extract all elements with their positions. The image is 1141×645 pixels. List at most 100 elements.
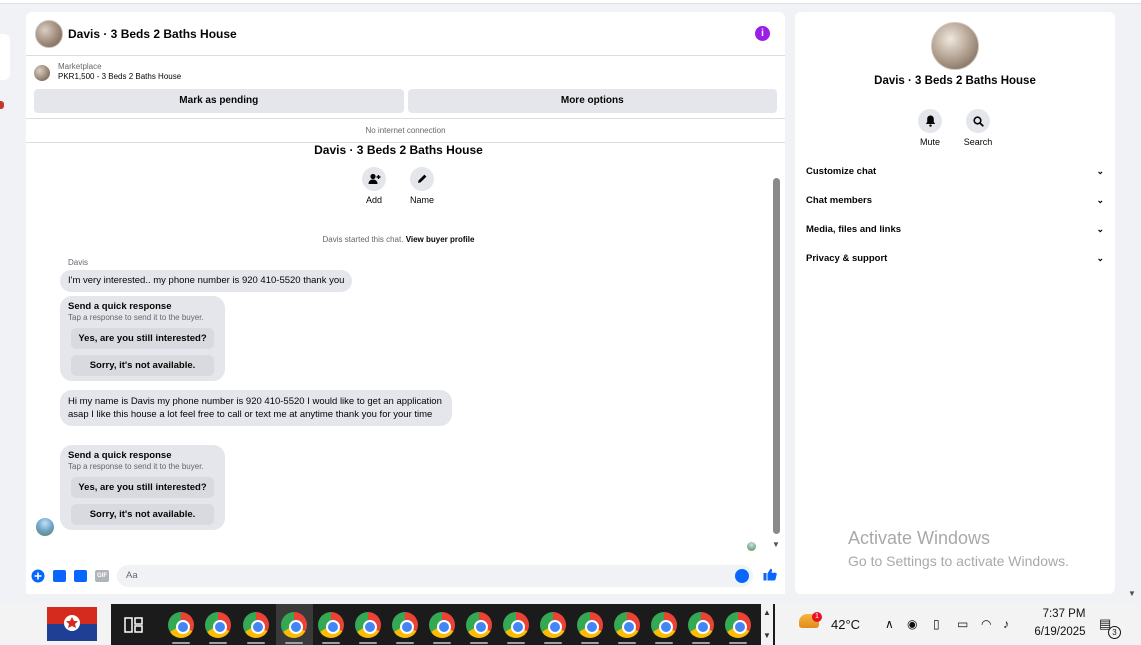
- menu-privacy-support[interactable]: Privacy & support ⌄: [806, 253, 1104, 264]
- plus-icon[interactable]: [31, 569, 45, 583]
- chrome-profile-icon[interactable]: [614, 612, 640, 638]
- name-label: Name: [409, 195, 434, 205]
- taskbar-overflow-scroller[interactable]: ▲ ▼: [761, 604, 773, 645]
- running-indicator: [470, 642, 488, 644]
- view-buyer-profile-link[interactable]: View buyer profile: [406, 235, 475, 244]
- photo-icon[interactable]: [53, 570, 66, 582]
- chrome-profile-icon[interactable]: [429, 612, 455, 638]
- chrome-profile-icon[interactable]: [205, 612, 231, 638]
- running-indicator: [655, 642, 673, 644]
- chevron-up-icon[interactable]: ▲: [763, 608, 771, 617]
- quick-response-no-button[interactable]: Sorry, it's not available.: [71, 355, 214, 376]
- chrome-profile-icon[interactable]: [577, 612, 603, 638]
- chevron-down-icon[interactable]: ▼: [763, 631, 771, 640]
- meet-icon[interactable]: ▯: [933, 617, 940, 631]
- menu-customize-chat[interactable]: Customize chat ⌄: [806, 166, 1104, 177]
- chevron-down-icon: ⌄: [1096, 253, 1104, 263]
- mark-pending-button[interactable]: Mark as pending: [34, 89, 404, 113]
- chrome-profile-icon[interactable]: [688, 612, 714, 638]
- flag-icon[interactable]: [47, 607, 97, 641]
- info-avatar[interactable]: [931, 22, 979, 70]
- wifi-icon[interactable]: ◠: [981, 617, 991, 631]
- add-person-icon: [362, 167, 386, 191]
- listing-thumbnail[interactable]: [34, 65, 50, 81]
- running-indicator: [581, 642, 599, 644]
- clock-date[interactable]: 6/19/2025: [1027, 626, 1093, 638]
- taskbar: ▲ ▼ 1 42°C ∧ ◉ ▯ ▭ ◠ ♪ 7:37 PM 6/19/2025…: [0, 604, 1141, 645]
- menu-chat-members[interactable]: Chat members ⌄: [806, 195, 1104, 206]
- sender-avatar[interactable]: [36, 518, 54, 536]
- gif-icon[interactable]: GIF: [95, 570, 109, 582]
- running-indicator: [247, 642, 265, 644]
- thumbs-up-icon[interactable]: [763, 568, 777, 584]
- search-label: Search: [963, 137, 993, 147]
- info-icon[interactable]: i: [755, 26, 770, 41]
- page-scroll-down-icon[interactable]: ▼: [1128, 589, 1136, 598]
- chat-header-title[interactable]: Davis · 3 Beds 2 Baths House: [68, 27, 237, 41]
- chrome-profile-icon[interactable]: [651, 612, 677, 638]
- started-text: Davis started this chat.: [322, 235, 404, 244]
- seen-indicator-avatar: [747, 542, 756, 551]
- running-indicator: [396, 642, 414, 644]
- message-bubble[interactable]: Hi my name is Davis my phone number is 9…: [60, 390, 452, 426]
- add-people-button[interactable]: Add: [354, 167, 394, 205]
- running-indicator: [172, 642, 190, 644]
- message-scrollbar[interactable]: ▼: [772, 140, 781, 560]
- more-options-button[interactable]: More options: [407, 89, 777, 113]
- system-tray: 1 42°C ∧ ◉ ▯ ▭ ◠ ♪ 7:37 PM 6/19/2025 ▤ 3: [775, 604, 1141, 645]
- name-chat-button[interactable]: Name: [402, 167, 442, 205]
- clock-time[interactable]: 7:37 PM: [1035, 608, 1093, 620]
- chrome-profile-icon[interactable]: [168, 612, 194, 638]
- menu-label: Customize chat: [806, 166, 877, 177]
- mute-label: Mute: [919, 137, 940, 147]
- chrome-profile-icon[interactable]: [355, 612, 381, 638]
- bell-icon: [918, 109, 942, 133]
- chrome-profile-icon[interactable]: [281, 612, 307, 638]
- search-button[interactable]: Search: [958, 109, 998, 147]
- show-hidden-icons-chevron-icon[interactable]: ∧: [885, 617, 894, 631]
- emoji-icon[interactable]: [735, 569, 749, 583]
- mute-button[interactable]: Mute: [910, 109, 950, 147]
- chrome-profile-icon[interactable]: [318, 612, 344, 638]
- taskbar-start-area: [0, 604, 111, 645]
- message-bubble[interactable]: I'm very interested.. my phone number is…: [60, 270, 353, 292]
- left-nav-indicator: [0, 101, 4, 109]
- listing-actions: Mark as pending More options: [34, 89, 777, 113]
- quick-response-no-button[interactable]: Sorry, it's not available.: [71, 504, 214, 525]
- chrome-profile-icon[interactable]: [392, 612, 418, 638]
- quick-response-subtitle: Tap a response to send it to the buyer.: [68, 462, 204, 471]
- listing-banner: Marketplace PKR1,500 - 3 Beds 2 Baths Ho…: [26, 56, 785, 116]
- record-icon[interactable]: ◉: [907, 617, 917, 631]
- listing-price[interactable]: PKR1,500 - 3 Beds 2 Baths House: [58, 72, 181, 81]
- scrollbar-thumb[interactable]: [773, 178, 780, 534]
- chevron-down-icon: ⌄: [1096, 166, 1104, 176]
- quick-response-yes-button[interactable]: Yes, are you still interested?: [71, 477, 214, 498]
- message-input[interactable]: Aa: [117, 565, 753, 587]
- scroll-down-arrow-icon[interactable]: ▼: [772, 540, 780, 549]
- chat-started-notice: Davis started this chat. View buyer prof…: [26, 235, 771, 244]
- chrome-profile-icon[interactable]: [243, 612, 269, 638]
- sticker-icon[interactable]: [74, 570, 87, 582]
- chat-avatar[interactable]: [35, 19, 63, 48]
- activate-windows-title: Activate Windows: [848, 528, 991, 548]
- search-icon: [966, 109, 990, 133]
- chrome-profile-icon[interactable]: [503, 612, 529, 638]
- chrome-profile-icon[interactable]: [466, 612, 492, 638]
- quick-response-yes-button[interactable]: Yes, are you still interested?: [71, 328, 214, 349]
- pencil-icon: [410, 167, 434, 191]
- browser-top-edge: [0, 0, 1141, 4]
- menu-label: Chat members: [806, 195, 872, 206]
- chrome-profile-icon[interactable]: [540, 612, 566, 638]
- quick-response-title: Send a quick response: [68, 450, 172, 461]
- activate-windows-subtitle: Go to Settings to activate Windows.: [848, 553, 1069, 569]
- menu-media-files-links[interactable]: Media, files and links ⌄: [806, 224, 1104, 235]
- volume-icon[interactable]: ♪: [1003, 617, 1009, 631]
- chrome-profile-icon[interactable]: [725, 612, 751, 638]
- task-view-icon[interactable]: [124, 616, 144, 634]
- battery-icon[interactable]: ▭: [957, 617, 968, 631]
- temperature[interactable]: 42°C: [831, 617, 860, 632]
- conversation-title: Davis · 3 Beds 2 Baths House: [314, 143, 483, 157]
- running-indicator: [544, 642, 562, 644]
- info-title: Davis · 3 Beds 2 Baths House: [874, 75, 1036, 87]
- running-indicator: [618, 642, 636, 644]
